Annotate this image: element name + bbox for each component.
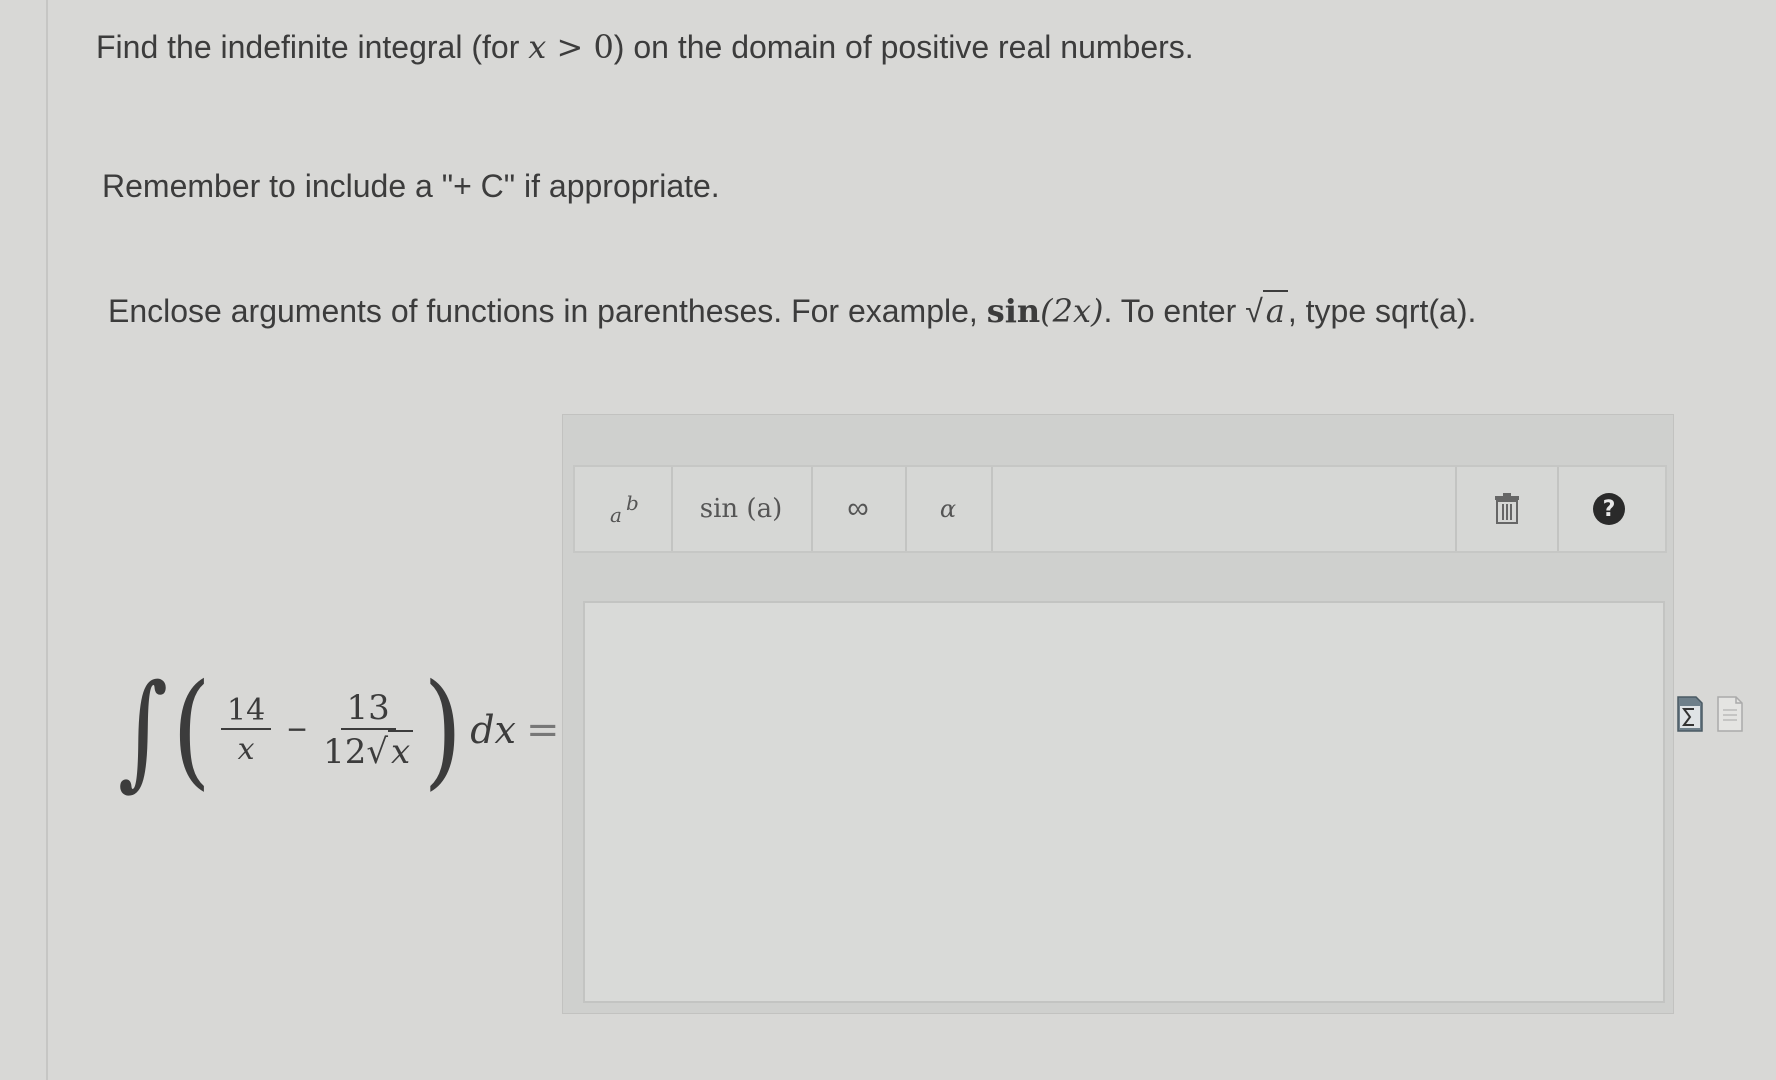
power-base: a [610,503,622,527]
sigma-icon[interactable] [1676,696,1704,732]
fraction-1-numerator: 14 [221,693,272,730]
superscript-icon: a b [608,491,639,527]
fraction-2: 13 12√x [323,688,414,772]
sqrt-argument: x [388,730,414,772]
minus-sign: − [287,710,308,749]
power-exponent: b [626,491,639,515]
trash-icon [1495,493,1519,524]
example-function: sin [986,292,1041,330]
instruction-text: , type sqrt(a). [1287,293,1477,329]
greek-letters-button[interactable]: α [905,467,993,551]
instruction-text: ) on the domain of positive real numbers… [613,29,1194,65]
clear-button[interactable] [1455,467,1559,551]
close-paren: ) [423,656,463,803]
instruction-line-1: Find the indefinite integral (for x > 0)… [96,28,1194,66]
fraction-2-denominator: 12√x [323,730,414,772]
example-argument: (2x) [1040,292,1104,330]
sqrt-argument: a [1262,290,1288,330]
help-icon: ? [1593,493,1625,525]
instruction-line-3: Enclose arguments of functions in parent… [108,290,1477,330]
document-icon[interactable] [1716,696,1744,732]
sqrt: √x [366,730,414,772]
fraction-1: 14 x [221,693,272,767]
fraction-2-numerator: 13 [340,688,396,730]
equals-sign: = [525,707,560,753]
denominator-coefficient: 12 [323,732,367,772]
page-left-border [46,0,48,1080]
power-button[interactable]: a b [575,467,673,551]
fraction-1-denominator: x [237,732,255,767]
sqrt-example: √a [1245,290,1288,330]
differential: dx [470,708,516,752]
instruction-line-2: Remember to include a "+ C" if appropria… [102,168,720,204]
math-variable: x [528,28,547,66]
math-toolbar: a b sin (a) ∞ α ? [573,465,1667,553]
integral-sign: ∫ [118,657,169,803]
math-condition: > 0 [546,28,614,66]
infinity-button[interactable]: ∞ [811,467,907,551]
open-paren: ( [172,656,212,803]
instruction-text: . To enter [1103,293,1246,329]
help-button[interactable]: ? [1555,467,1663,551]
instruction-text: Enclose arguments of functions in parent… [108,293,987,329]
sin-button[interactable]: sin (a) [671,467,813,551]
math-answer-editor: a b sin (a) ∞ α ? [562,414,1674,1014]
answer-input-area[interactable] [583,601,1665,1003]
instruction-text: Find the indefinite integral (for [96,29,529,65]
integral-expression: ∫ ( 14 x − 13 12√x ) dx = [118,660,560,800]
